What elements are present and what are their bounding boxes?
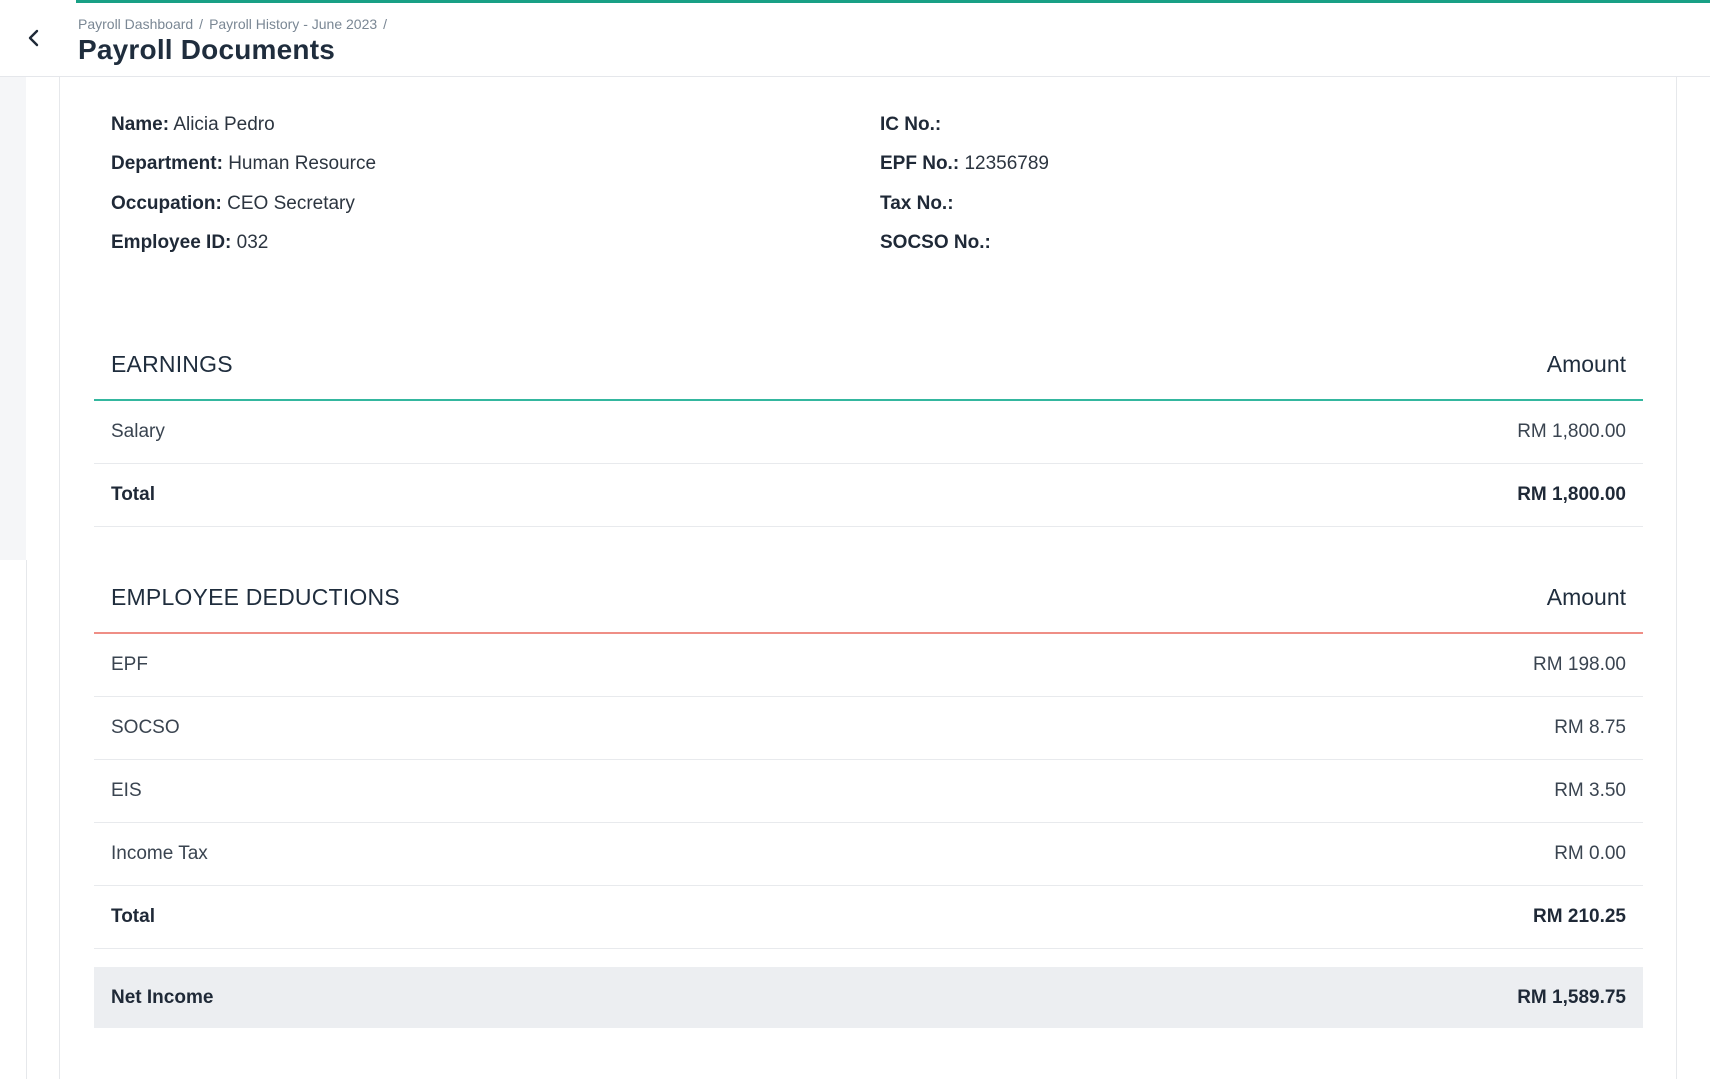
- page-header: Payroll Dashboard / Payroll History - June…: [0, 0, 1710, 77]
- net-income-label: Net Income: [111, 986, 214, 1008]
- employee-id-value: 032: [236, 232, 269, 253]
- tax-number-row: Tax No.:: [880, 192, 954, 216]
- deductions-total-label: Total: [111, 906, 155, 927]
- deductions-row-label: EIS: [111, 780, 142, 801]
- epf-number-value: 12356789: [964, 153, 1049, 174]
- deductions-row: EPF RM 198.00: [94, 634, 1643, 697]
- earnings-row-amount: RM 1,800.00: [1517, 421, 1626, 442]
- earnings-total-amount: RM 1,800.00: [1517, 484, 1626, 505]
- deductions-total-amount: RM 210.25: [1533, 906, 1626, 927]
- deductions-row-amount: RM 3.50: [1554, 780, 1626, 801]
- deductions-row-amount: RM 8.75: [1554, 717, 1626, 738]
- employee-name-value: Alicia Pedro: [173, 114, 275, 135]
- epf-number-row: EPF No.: 12356789: [880, 152, 1049, 176]
- employee-name-label: Name:: [111, 114, 170, 135]
- employee-department-value: Human Resource: [228, 153, 377, 174]
- deductions-amount-header: Amount: [1546, 583, 1626, 610]
- earnings-section: EARNINGS Amount Salary RM 1,800.00 Total…: [94, 329, 1643, 527]
- deductions-row-label: Income Tax: [111, 843, 208, 864]
- header-accent-bar: [76, 0, 1710, 3]
- employee-name-row: Name: Alicia Pedro: [111, 113, 275, 137]
- panel-border-left: [59, 77, 60, 1079]
- deductions-row-label: EPF: [111, 654, 148, 675]
- earnings-total-row: Total RM 1,800.00: [94, 464, 1643, 527]
- breadcrumb-separator: /: [383, 16, 388, 32]
- socso-number-row: SOCSO No.:: [880, 231, 991, 255]
- panel-border-right: [1676, 77, 1677, 1079]
- employee-occupation-row: Occupation: CEO Secretary: [111, 192, 355, 216]
- breadcrumb-link-payroll-dashboard[interactable]: Payroll Dashboard: [78, 16, 193, 32]
- panel-border-outer-left: [26, 560, 27, 1079]
- earnings-row-label: Salary: [111, 421, 165, 442]
- ic-number-row: IC No.:: [880, 113, 941, 137]
- employee-id-label: Employee ID:: [111, 232, 232, 253]
- employee-department-row: Department: Human Resource: [111, 152, 376, 176]
- deductions-header: EMPLOYEE DEDUCTIONS Amount: [94, 562, 1643, 632]
- breadcrumb-link-payroll-history[interactable]: Payroll History - June 2023: [209, 16, 377, 32]
- employee-occupation-label: Occupation:: [111, 193, 222, 214]
- earnings-row: Salary RM 1,800.00: [94, 401, 1643, 464]
- earnings-header: EARNINGS Amount: [94, 329, 1643, 399]
- breadcrumb: Payroll Dashboard / Payroll History - June…: [78, 16, 393, 32]
- earnings-title: EARNINGS: [111, 350, 233, 377]
- breadcrumb-separator: /: [199, 16, 204, 32]
- page-title: Payroll Documents: [78, 34, 336, 65]
- deductions-row: SOCSO RM 8.75: [94, 697, 1643, 760]
- employee-id-row: Employee ID: 032: [111, 231, 268, 255]
- deductions-section: EMPLOYEE DEDUCTIONS Amount EPF RM 198.00…: [94, 562, 1643, 949]
- net-income-amount: RM 1,589.75: [1517, 986, 1626, 1008]
- deductions-title: EMPLOYEE DEDUCTIONS: [111, 583, 400, 610]
- earnings-total-label: Total: [111, 484, 155, 505]
- deductions-row-amount: RM 198.00: [1533, 654, 1626, 675]
- tax-number-label: Tax No.:: [880, 193, 954, 214]
- ic-number-label: IC No.:: [880, 114, 942, 135]
- employee-occupation-value: CEO Secretary: [227, 193, 355, 214]
- earnings-amount-header: Amount: [1546, 350, 1626, 377]
- deductions-row-label: SOCSO: [111, 717, 180, 738]
- deductions-row: EIS RM 3.50: [94, 760, 1643, 823]
- employee-department-label: Department:: [111, 153, 223, 174]
- deductions-row: Income Tax RM 0.00: [94, 823, 1643, 886]
- net-income-row: Net Income RM 1,589.75: [94, 967, 1643, 1028]
- epf-number-label: EPF No.:: [880, 153, 960, 174]
- back-button[interactable]: [16, 20, 52, 56]
- deductions-row-amount: RM 0.00: [1554, 843, 1626, 864]
- chevron-left-icon: [28, 29, 39, 47]
- side-gutter: [0, 77, 26, 560]
- socso-number-label: SOCSO No.:: [880, 232, 991, 253]
- deductions-total-row: Total RM 210.25: [94, 886, 1643, 949]
